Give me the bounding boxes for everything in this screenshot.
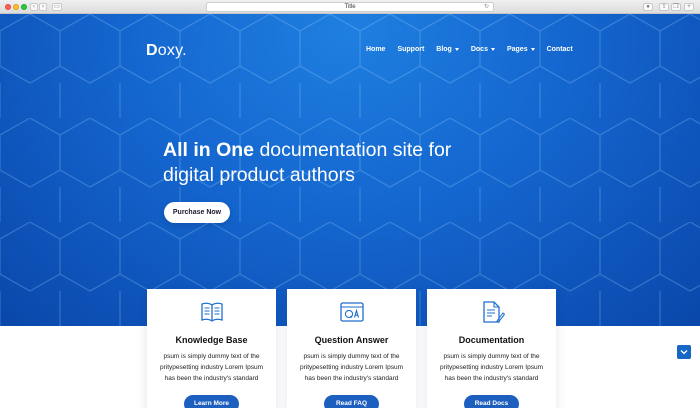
- reload-icon[interactable]: ↻: [484, 3, 489, 12]
- book-icon: [201, 302, 223, 322]
- nav-label: Docs: [470, 46, 488, 53]
- forward-icon[interactable]: ›: [39, 3, 47, 11]
- nav-label: Support: [397, 46, 425, 53]
- card-title: Knowledge Base: [175, 335, 248, 345]
- card-title: Documentation: [458, 335, 525, 345]
- card-description: psum is simply dummy text of the pritype…: [160, 353, 263, 382]
- headline-strong: All in One: [163, 139, 255, 161]
- learn-more-button[interactable]: Learn More: [184, 395, 239, 408]
- chevron-down-icon: [490, 48, 495, 51]
- card-knowledge-base: Knowledge Base psum is simply dummy text…: [147, 289, 276, 408]
- back-icon[interactable]: ‹: [30, 3, 38, 11]
- tabs-icon[interactable]: ❐: [671, 3, 681, 11]
- minimize-window-button[interactable]: [13, 4, 19, 10]
- nav-item-blog[interactable]: Blog: [436, 46, 459, 53]
- purchase-now-button[interactable]: Purchase Now: [164, 202, 230, 223]
- qa-icon: [340, 302, 364, 322]
- headline-light: documentation site for: [259, 139, 452, 161]
- nav-item-home[interactable]: Home: [366, 46, 385, 53]
- close-window-button[interactable]: [5, 4, 11, 10]
- share-icon[interactable]: ⇪: [659, 3, 669, 11]
- nav-item-pages[interactable]: Pages: [507, 46, 535, 53]
- document-icon: [483, 301, 505, 323]
- nav-label: Contact: [546, 46, 573, 53]
- logo-mark: D: [146, 42, 158, 59]
- card-description: psum is simply dummy text of the pritype…: [440, 353, 543, 382]
- headline-line2: digital product authors: [163, 164, 355, 186]
- logo[interactable]: Doxy.: [146, 42, 187, 60]
- chevron-down-icon: [454, 48, 459, 51]
- new-tab-icon[interactable]: +: [684, 3, 694, 11]
- sidebar-icon[interactable]: ▭: [52, 3, 62, 11]
- browser-toolbar: ‹ › ▭ Title ↻ ● ⇪ ❐ +: [0, 0, 700, 14]
- maximize-window-button[interactable]: [21, 4, 27, 10]
- nav-label: Pages: [506, 46, 528, 53]
- tab-title: Title: [344, 4, 356, 10]
- read-faq-button[interactable]: Read FAQ: [324, 395, 379, 408]
- card-question-answer: Question Answer psum is simply dummy tex…: [287, 289, 416, 408]
- nav-label: Home: [366, 46, 386, 53]
- chevron-down-icon: [680, 350, 688, 355]
- read-docs-button[interactable]: Read Docs: [464, 395, 519, 408]
- card-description: psum is simply dummy text of the pritype…: [300, 353, 403, 382]
- logo-text: oxy.: [157, 42, 187, 59]
- nav-item-support[interactable]: Support: [397, 46, 424, 53]
- nav-item-docs[interactable]: Docs: [471, 46, 495, 53]
- address-bar[interactable]: Title ↻: [206, 2, 494, 12]
- nav-label: Blog: [436, 46, 452, 53]
- card-title: Question Answer: [314, 335, 389, 345]
- card-documentation: Documentation psum is simply dummy text …: [427, 289, 556, 408]
- chevron-down-icon: [530, 48, 535, 51]
- hero-headline: All in One documentation site for digita…: [163, 138, 583, 188]
- nav-item-contact[interactable]: Contact: [547, 46, 573, 53]
- hero-section: Doxy. Home Support Blog Docs Pages Conta…: [0, 14, 700, 326]
- extension-icon[interactable]: ●: [643, 3, 653, 11]
- scroll-to-top-button[interactable]: [677, 345, 691, 359]
- main-navigation: Home Support Blog Docs Pages Contact: [366, 46, 585, 53]
